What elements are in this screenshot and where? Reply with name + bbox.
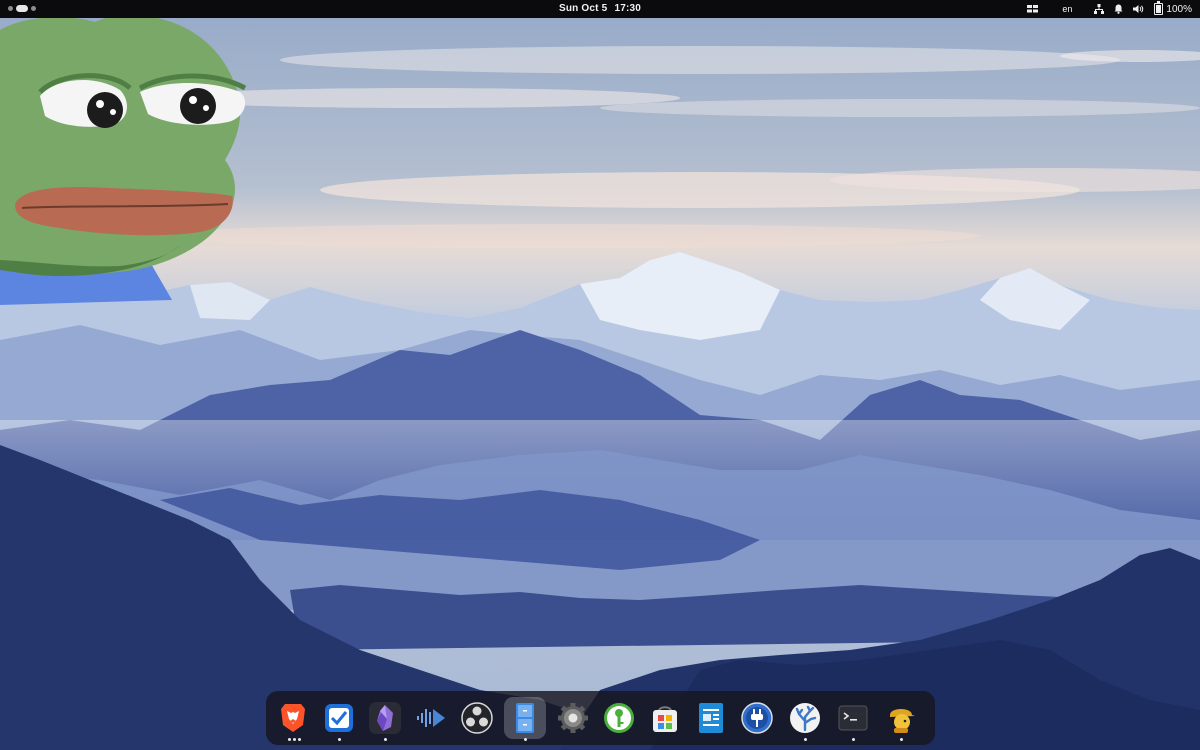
document-icon [699,703,723,733]
dock-app-tasks[interactable] [318,697,360,739]
top-bar: Sun Oct 5 17:30 en 100% [0,0,1200,18]
running-indicator [384,738,387,741]
dock [266,691,935,745]
dock-app-keepassxc[interactable] [598,697,640,739]
running-indicator [524,738,527,741]
key-icon [604,703,634,733]
battery-percentage: 100% [1166,3,1192,15]
dock-app-text-editor[interactable] [690,697,732,739]
desktop-wallpaper [0,0,1200,750]
dock-app-brave[interactable] [272,697,314,739]
dock-app-obsidian[interactable] [364,697,406,739]
shopping-bag-icon [653,706,677,732]
network-icon [1094,4,1105,14]
dock-app-extension-manager[interactable] [736,697,778,739]
running-indicator [293,738,296,741]
dock-app-mousam[interactable] [880,697,922,739]
clock-time: 17:30 [614,3,642,14]
running-indicator [298,738,301,741]
clock[interactable]: Sun Oct 5 17:30 [0,3,1200,14]
running-indicator [338,738,341,741]
dock-app-audio-sharing[interactable] [410,697,452,739]
terminal-prompt-icon [838,705,868,731]
gear-icon [558,703,588,733]
checkmark-icon [325,704,353,732]
dock-app-terminal[interactable] [832,697,874,739]
obsidian-crystal-icon [369,702,401,734]
notification-icon [1114,4,1123,14]
input-language-indicator[interactable]: en [1062,4,1072,14]
coral-icon [790,703,820,733]
plug-icon [741,702,773,734]
file-cabinet-icon [516,703,534,733]
dock-app-files[interactable] [504,697,546,739]
dock-app-obs-studio[interactable] [456,697,498,739]
battery-icon [1154,1,1164,15]
running-indicator [804,738,807,741]
running-indicator [852,738,855,741]
dock-app-settings[interactable] [552,697,594,739]
system-tray[interactable]: en 100% [1027,1,1192,16]
running-indicator [900,738,903,741]
battery-indicator: 100% [1154,1,1192,15]
volume-icon [1133,5,1144,13]
weather-character-icon [890,709,915,733]
clock-date: Sun Oct 5 [558,3,608,14]
running-indicator [288,738,291,741]
obs-record-icon [461,702,493,734]
dock-app-software[interactable] [644,697,686,739]
audio-waveform-icon [417,709,445,727]
dock-app-flathub[interactable] [784,697,826,739]
brave-lion-icon [281,704,305,732]
dash-icon[interactable] [1027,5,1039,13]
